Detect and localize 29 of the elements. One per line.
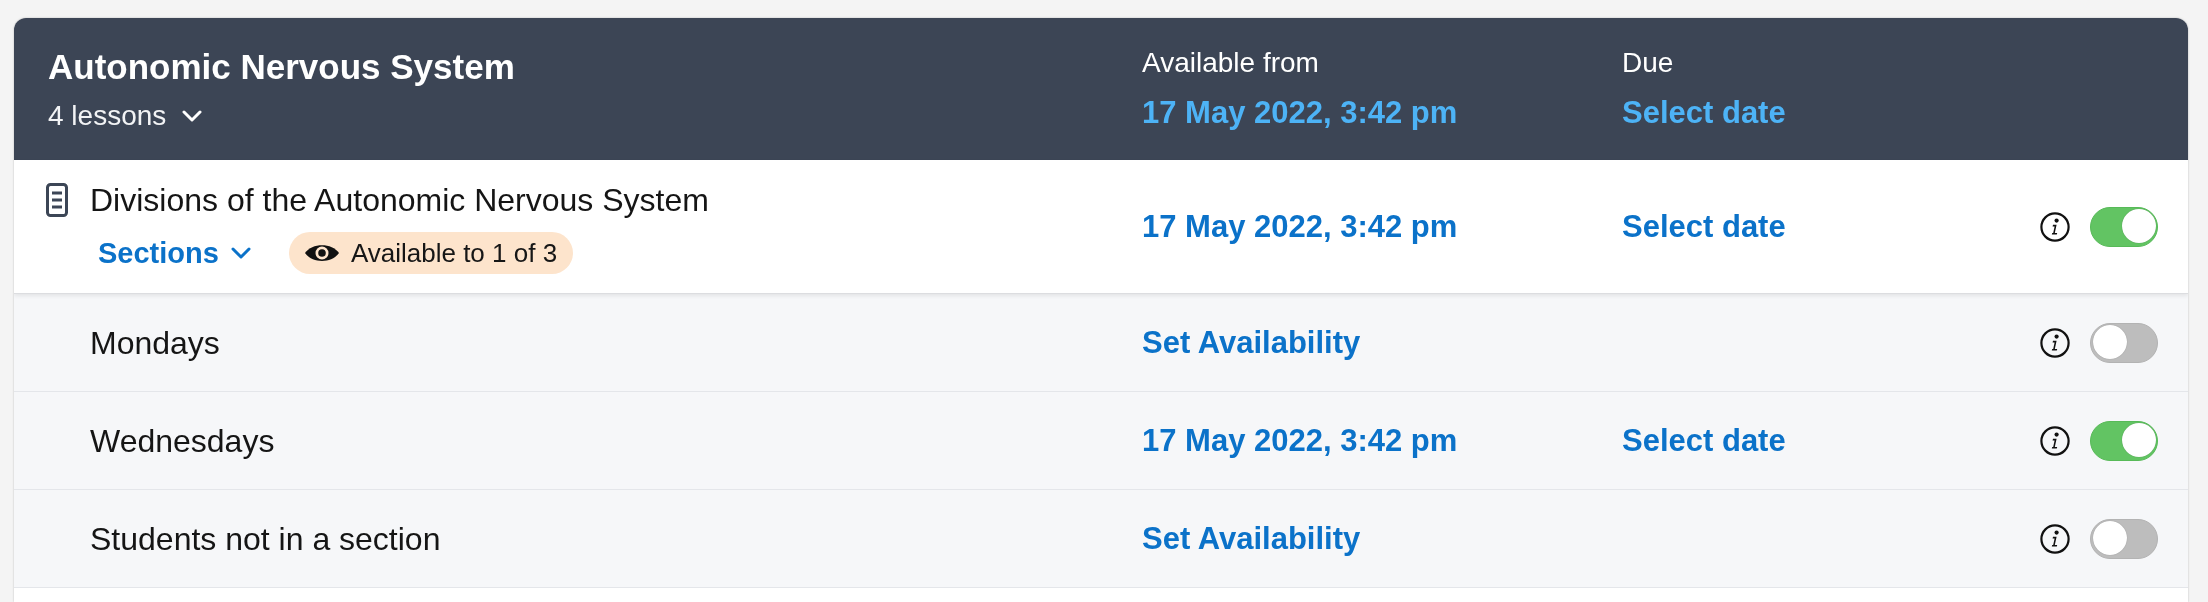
chevron-down-icon bbox=[230, 246, 251, 259]
available-from-label: Available from bbox=[1142, 46, 1319, 80]
availability-link[interactable]: 17 May 2022, 3:42 pm bbox=[1142, 421, 1458, 460]
availability-link[interactable]: Set Availability bbox=[1142, 519, 1361, 558]
chevron-down-icon bbox=[182, 110, 203, 122]
badge-text: Available to 1 of 3 bbox=[350, 236, 558, 269]
module-title: Autonomic Nervous System bbox=[48, 46, 515, 88]
info-icon[interactable] bbox=[2040, 523, 2070, 554]
section-name: Students not in a section bbox=[90, 520, 441, 557]
availability-link[interactable]: Set Availability bbox=[1142, 323, 1361, 362]
availability-link[interactable]: 17 May 2022, 3:42 pm bbox=[1142, 94, 1458, 132]
due-date-link[interactable]: Select date bbox=[1622, 207, 1786, 246]
info-icon[interactable] bbox=[2040, 211, 2070, 242]
toggle-switch[interactable] bbox=[2090, 206, 2158, 247]
info-icon[interactable] bbox=[2040, 327, 2070, 358]
availability-link[interactable]: 17 May 2022, 3:42 pm bbox=[1142, 207, 1458, 246]
document-icon bbox=[46, 182, 68, 217]
toggle-switch[interactable] bbox=[2090, 420, 2158, 461]
toggle-switch[interactable] bbox=[2090, 518, 2158, 559]
sections-dropdown[interactable]: Sections bbox=[98, 234, 251, 271]
lesson-title: Divisions of the Autonomic Nervous System bbox=[90, 180, 709, 220]
section-name: Mondays bbox=[90, 324, 220, 361]
lessons-count-button[interactable]: 4 lessons bbox=[48, 99, 203, 133]
due-date-link[interactable]: Select date bbox=[1622, 421, 1786, 460]
due-date-link[interactable]: Select date bbox=[1622, 94, 1786, 132]
info-icon[interactable] bbox=[2040, 425, 2070, 456]
section-name: Wednesdays bbox=[90, 422, 275, 459]
due-label: Due bbox=[1622, 46, 1674, 80]
toggle-switch[interactable] bbox=[2090, 322, 2158, 363]
